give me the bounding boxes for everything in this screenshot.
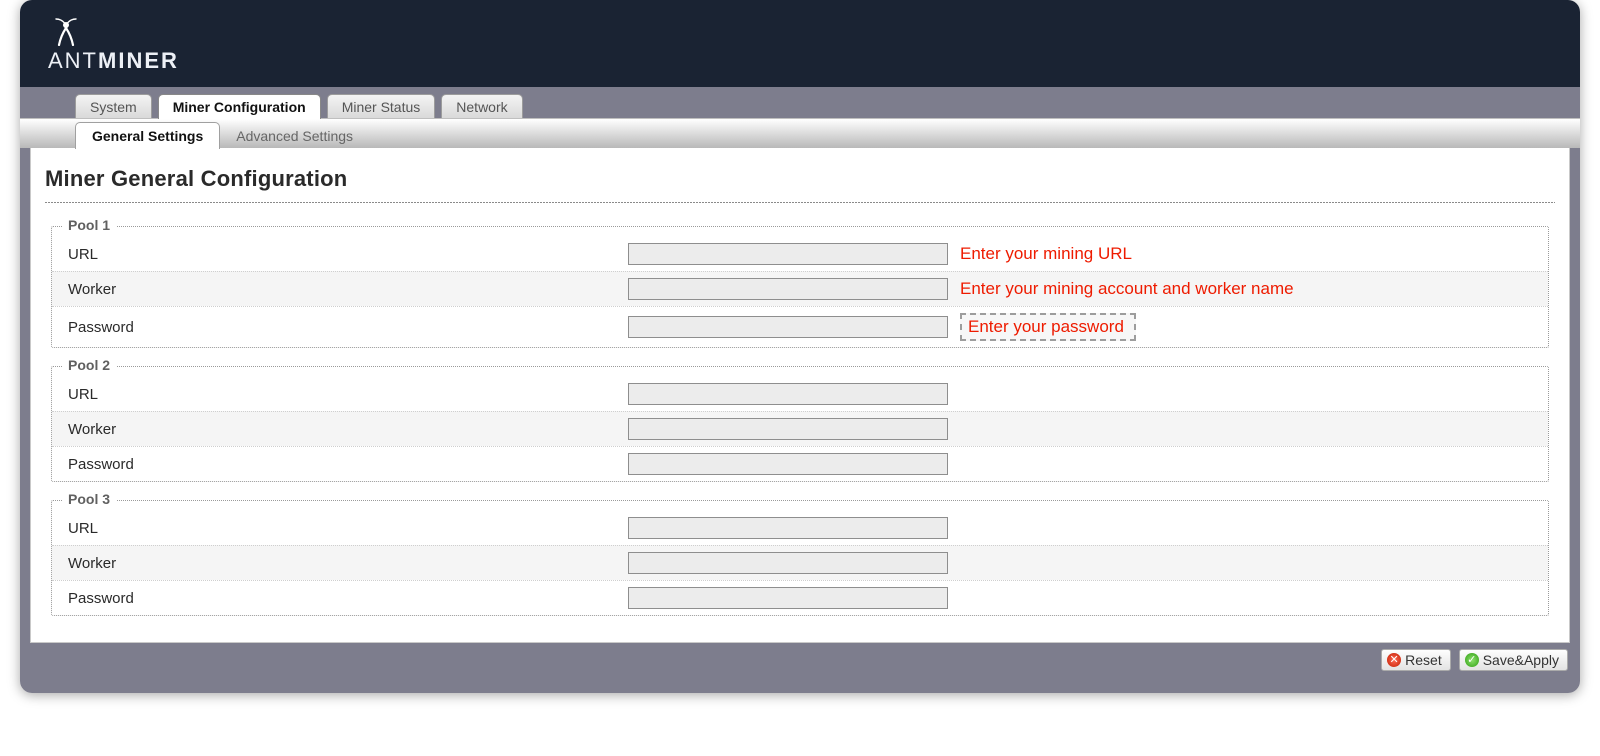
brand-logo: ANTMINER: [48, 18, 179, 74]
pool3-url-input[interactable]: [628, 517, 948, 539]
form-row: URL: [52, 511, 1548, 545]
reset-button[interactable]: ✕ Reset: [1381, 649, 1451, 671]
title-separator: [45, 202, 1555, 204]
url-label: URL: [68, 246, 628, 263]
close-circle-icon: ✕: [1387, 653, 1401, 667]
tab-miner-status[interactable]: Miner Status: [327, 94, 436, 119]
password-label: Password: [68, 456, 628, 473]
save-apply-button[interactable]: ✓ Save&Apply: [1459, 649, 1568, 671]
password-label: Password: [68, 319, 628, 336]
worker-hint: Enter your mining account and worker nam…: [960, 279, 1294, 299]
form-row: Password Enter your password: [52, 306, 1548, 347]
reset-button-label: Reset: [1405, 652, 1442, 668]
pool-fieldset-1: Pool 1URLEnter your mining URLWorkerEnte…: [51, 226, 1549, 348]
url-label: URL: [68, 386, 628, 403]
footer-actions: ✕ Reset ✓ Save&Apply: [20, 643, 1580, 683]
main-tabs: SystemMiner ConfigurationMiner StatusNet…: [20, 87, 1580, 118]
tab-network[interactable]: Network: [441, 94, 522, 119]
form-row: Worker: [52, 411, 1548, 446]
pool2-password-input[interactable]: [628, 453, 948, 475]
brand-text-bold: MINER: [98, 48, 179, 73]
pool1-worker-input[interactable]: [628, 278, 948, 300]
url-label: URL: [68, 520, 628, 537]
pool-legend: Pool 1: [62, 217, 116, 233]
form-row: URL Enter your mining URL: [52, 237, 1548, 271]
form-row: Worker: [52, 545, 1548, 580]
tab-system[interactable]: System: [75, 94, 152, 119]
worker-label: Worker: [68, 421, 628, 438]
url-hint: Enter your mining URL: [960, 244, 1132, 264]
app-frame: ANTMINER SystemMiner ConfigurationMiner …: [20, 0, 1580, 693]
pool3-worker-input[interactable]: [628, 552, 948, 574]
pool1-url-input[interactable]: [628, 243, 948, 265]
pool-legend: Pool 2: [62, 357, 116, 373]
subtab-advanced-settings[interactable]: Advanced Settings: [220, 123, 369, 149]
form-row: Worker Enter your mining account and work…: [52, 271, 1548, 306]
form-row: URL: [52, 377, 1548, 411]
password-label: Password: [68, 590, 628, 607]
password-hint: Enter your password: [960, 313, 1136, 341]
subtab-general-settings[interactable]: General Settings: [75, 122, 220, 149]
pool2-url-input[interactable]: [628, 383, 948, 405]
pool1-password-input[interactable]: [628, 316, 948, 338]
pool-fieldset-3: Pool 3URLWorkerPassword: [51, 500, 1549, 616]
sub-tabs: General SettingsAdvanced Settings: [20, 118, 1580, 148]
brand-text-thin: ANT: [48, 48, 98, 73]
tab-miner-configuration[interactable]: Miner Configuration: [158, 94, 321, 119]
worker-label: Worker: [68, 281, 628, 298]
pool-fieldset-2: Pool 2URLWorkerPassword: [51, 366, 1549, 482]
form-row: Password: [52, 580, 1548, 615]
page-title: Miner General Configuration: [45, 166, 1555, 192]
pool3-password-input[interactable]: [628, 587, 948, 609]
form-row: Password: [52, 446, 1548, 481]
antminer-icon: [48, 18, 179, 46]
check-circle-icon: ✓: [1465, 653, 1479, 667]
worker-label: Worker: [68, 555, 628, 572]
brand-text: ANTMINER: [48, 48, 179, 74]
save-apply-button-label: Save&Apply: [1483, 652, 1559, 668]
header-bar: ANTMINER: [20, 0, 1580, 87]
pool2-worker-input[interactable]: [628, 418, 948, 440]
pool-legend: Pool 3: [62, 491, 116, 507]
content-panel: Miner General Configuration Pool 1 URL Ent…: [30, 148, 1570, 643]
body-area: SystemMiner ConfigurationMiner StatusNet…: [20, 87, 1580, 693]
